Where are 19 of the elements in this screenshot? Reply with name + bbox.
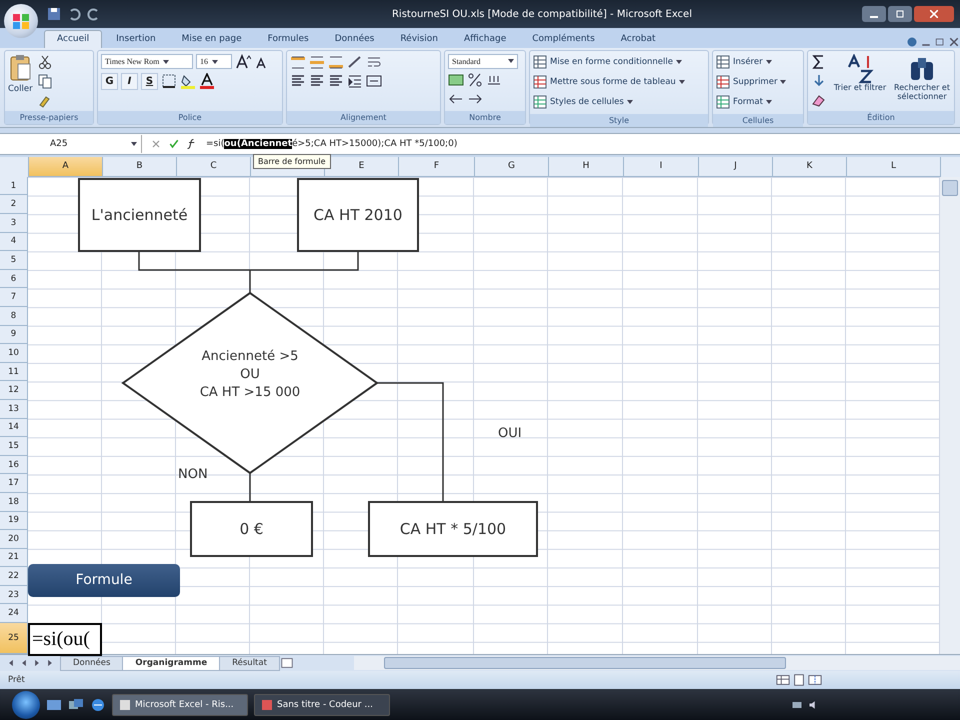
flowchart-box: CA HT 2010 <box>297 178 419 252</box>
status-text: Prêt <box>8 675 25 686</box>
group-label: Nombre <box>445 110 525 124</box>
group-label: Alignement <box>287 110 440 124</box>
group-label: Style <box>530 114 708 127</box>
flowchart-box: L'ancienneté <box>78 178 201 252</box>
group-label: Presse-papiers <box>5 110 93 124</box>
group-label: Police <box>98 110 282 124</box>
decision-text: CA HT >15 000 <box>200 384 300 400</box>
decision-text: Ancienneté >5 <box>202 348 298 364</box>
decision-text: OU <box>240 366 260 382</box>
tooltip: Barre de formule <box>253 154 331 169</box>
flowchart-box: 0 € <box>190 500 313 557</box>
branch-label: OUI <box>498 426 522 441</box>
branch-label: NON <box>178 466 208 482</box>
window-title: RistourneSI OU.xls [Mode de compatibilité] - Microsoft Excel <box>390 8 693 20</box>
group-label: Édition <box>808 110 954 124</box>
flowchart-box: CA HT * 5/100 <box>368 500 538 557</box>
group-label: Cellules <box>713 114 803 127</box>
